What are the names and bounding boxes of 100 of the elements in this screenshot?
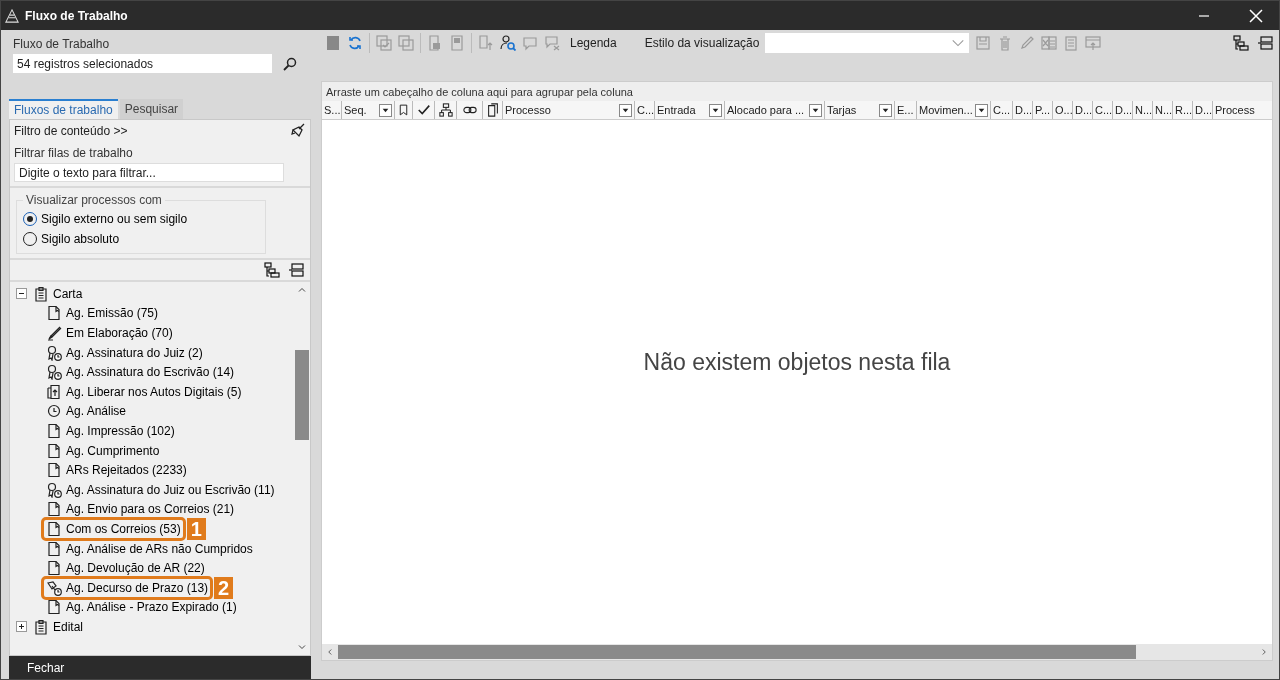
horizontal-scrollbar[interactable] (322, 644, 1272, 660)
document-icon (46, 442, 62, 459)
search-icon[interactable] (282, 55, 298, 72)
column-filter-button[interactable] (879, 103, 892, 117)
document-icon (46, 501, 62, 518)
document-icon (46, 462, 62, 479)
column-filter-button[interactable] (709, 103, 722, 117)
tree-item[interactable]: Ag. Cumprimento (44, 441, 162, 460)
tree-item[interactable]: Ag. Envio para os Correios (21) (44, 500, 237, 519)
document-upload-icon[interactable] (478, 35, 494, 51)
document-icon (46, 305, 62, 322)
filter-field[interactable]: Digite o texto para filtrar... (14, 163, 284, 182)
column-header[interactable]: D... (1115, 104, 1132, 116)
user-search-icon[interactable] (500, 35, 516, 51)
column-header[interactable]: Processo (505, 104, 551, 116)
column-header[interactable]: Tarjas (827, 104, 857, 116)
radio-option[interactable]: Sigilo absoluto (23, 229, 120, 249)
pen-icon (46, 325, 62, 341)
column-header[interactable]: D... (1195, 104, 1212, 116)
tree-item[interactable]: Ag. Devolução de AR (22) (44, 559, 207, 578)
comment-icon[interactable] (522, 35, 538, 51)
column-header[interactable]: D... (1075, 104, 1092, 116)
save-icon[interactable] (975, 35, 992, 51)
bookmark-icon (397, 103, 410, 117)
documents-icon (485, 103, 500, 117)
tab[interactable]: Pesquisar (119, 99, 184, 119)
column-header[interactable]: E... (897, 104, 914, 116)
column-header[interactable]: O... (1055, 104, 1072, 116)
tree-item[interactable]: Ag. Impressão (102) (44, 421, 177, 440)
column-header[interactable]: Seq. (344, 104, 367, 116)
close-panel-button[interactable]: Fechar (9, 656, 311, 679)
tree-item[interactable]: Ag. Liberar nos Autos Digitais (5) (44, 382, 244, 401)
copy-icon[interactable] (398, 35, 414, 51)
column-header[interactable]: S... (324, 104, 341, 116)
tree-item[interactable]: Ag. Decurso de Prazo (13) (44, 578, 211, 597)
column-header[interactable]: Entrada (657, 104, 696, 116)
column-header[interactable]: Alocado para ... (727, 104, 805, 116)
clock-icon (46, 403, 62, 420)
list-view-icon[interactable] (288, 262, 304, 278)
tree-item[interactable]: Ag. Assinatura do Juiz ou Escrivão (11) (44, 480, 277, 499)
column-filter-button[interactable] (975, 103, 988, 117)
column-header[interactable]: C... (1095, 104, 1112, 116)
tree-item[interactable]: Ag. Análise - Prazo Expirado (1) (44, 598, 239, 617)
window-export-icon[interactable] (1085, 35, 1102, 51)
scrollbar-thumb[interactable] (338, 645, 1136, 659)
column-header[interactable]: P... (1035, 104, 1051, 116)
notes-icon[interactable] (1063, 35, 1080, 51)
pencil-icon[interactable] (1019, 35, 1036, 51)
field-label: Fluxo de Trabalho (13, 37, 111, 51)
brush-icon[interactable] (290, 123, 306, 139)
stamp-clock-icon (46, 579, 62, 596)
workflow-field[interactable]: 54 registros selecionados (13, 54, 272, 73)
tree-item[interactable]: Ag. Assinatura do Escrivão (14) (44, 363, 237, 382)
column-header[interactable]: R... (1175, 104, 1192, 116)
clipboard-icon (33, 285, 49, 302)
hierarchy-icon (438, 103, 453, 117)
callout-number: 2 (214, 576, 234, 599)
tree-item[interactable]: Ag. Emissão (75) (44, 304, 161, 323)
save-document-icon[interactable] (449, 35, 465, 51)
stop-icon[interactable] (325, 35, 341, 51)
comment-delete-icon[interactable] (544, 35, 560, 51)
expand-toggle[interactable] (16, 621, 27, 633)
tab[interactable]: Fluxos de trabalho (9, 99, 118, 119)
column-header[interactable]: Movimen... (919, 104, 973, 116)
column-filter-button[interactable] (379, 103, 392, 117)
column-header[interactable]: Process (1215, 104, 1255, 116)
tree-item[interactable]: Em Elaboração (70) (44, 324, 175, 342)
tree-item[interactable]: Ag. Análise de ARs não Cumpridos (44, 539, 255, 558)
tree-item[interactable]: Ag. Análise (44, 402, 129, 421)
tree-item[interactable]: ARs Rejeitados (2233) (44, 461, 189, 480)
seal-clock-icon (46, 344, 62, 361)
app-logo-icon (5, 8, 19, 23)
expand-toggle[interactable] (16, 288, 27, 300)
tree-item[interactable]: Carta (31, 284, 85, 303)
minimize-icon (1199, 14, 1209, 17)
column-header[interactable]: N... (1155, 104, 1172, 116)
checklist-icon[interactable] (376, 35, 392, 51)
column-filter-button[interactable] (809, 103, 822, 117)
legend-button[interactable]: Legenda (570, 36, 617, 50)
scrollbar-thumb[interactable] (295, 350, 309, 440)
column-filter-button[interactable] (619, 103, 632, 117)
document-icon (46, 520, 62, 537)
column-header[interactable]: D... (1015, 104, 1032, 116)
column-header[interactable]: C... (993, 104, 1011, 116)
tree-view-icon[interactable] (1233, 35, 1249, 51)
lock-document-icon[interactable] (427, 35, 443, 51)
section-title[interactable]: Filtro de conteúdo >> (14, 124, 128, 138)
refresh-icon[interactable] (347, 35, 363, 51)
tree-view-icon[interactable] (264, 262, 280, 278)
list-view-icon[interactable] (1257, 35, 1273, 51)
tree-item[interactable]: Com os Correios (53) (44, 519, 183, 538)
tree-item[interactable]: Ag. Assinatura do Juiz (2) (44, 343, 205, 362)
seal-clock-icon (46, 364, 62, 381)
spreadsheet-export-icon[interactable] (1041, 35, 1058, 51)
tree-item[interactable]: Edital (31, 617, 86, 636)
column-header[interactable]: C... (637, 104, 654, 116)
window-title: Fluxo de Trabalho (25, 8, 129, 23)
radio-option[interactable]: Sigilo externo ou sem sigilo (23, 209, 188, 229)
column-header[interactable]: N... (1135, 104, 1152, 116)
group-label: Visualizar processos com (25, 193, 163, 207)
